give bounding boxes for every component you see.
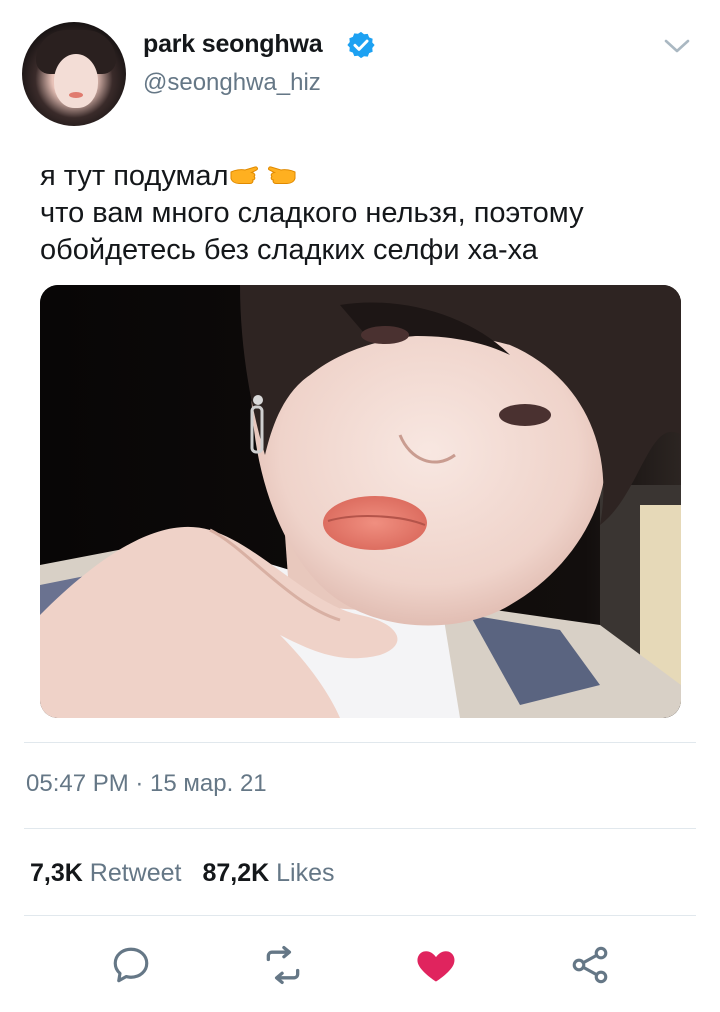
heart-icon [417, 951, 455, 982]
engagement-stats: 7,3K Retweet 87,2K Likes [30, 859, 334, 888]
divider-middle [24, 828, 696, 829]
tweet-timestamp[interactable]: 05:47 PM · 15 мар. 21 [26, 770, 267, 798]
chevron-down-icon[interactable] [662, 35, 692, 57]
retweet-icon [266, 945, 300, 985]
avatar-lips [69, 92, 83, 98]
avatar-face [54, 54, 98, 108]
retweet-button[interactable] [258, 940, 308, 990]
display-name[interactable]: park seonghwa [143, 30, 323, 59]
tweet-card: park seonghwa @seonghwa_hiz я тут подума… [0, 0, 720, 1012]
tweet-line-1: я тут подумал [40, 158, 690, 195]
likes-label[interactable]: Likes [276, 859, 334, 887]
retweet-label[interactable]: Retweet [90, 859, 182, 887]
pointing-right-emoji-icon [230, 166, 258, 184]
retweet-count[interactable]: 7,3K [30, 859, 83, 887]
reply-button[interactable] [106, 940, 156, 990]
share-icon [572, 946, 608, 984]
tweet-line-2: что вам много сладкого нельзя, поэтому [40, 197, 584, 229]
speech-bubble-icon [113, 947, 149, 983]
likes-count[interactable]: 87,2K [202, 859, 269, 887]
verified-badge-icon [347, 31, 375, 59]
share-button[interactable] [565, 940, 615, 990]
tweet-line-1-text: я тут подумал [40, 160, 229, 192]
divider-bottom [24, 915, 696, 916]
selfie-image [40, 285, 681, 718]
pointing-left-emoji-icon [267, 166, 295, 184]
tweet-text: я тут подумал что вам много сладкого нел… [40, 158, 690, 269]
avatar[interactable] [22, 22, 126, 126]
user-handle[interactable]: @seonghwa_hiz [143, 69, 321, 97]
divider-top [24, 742, 696, 743]
tweet-line-3: обойдетесь без сладких селфи ха-ха [40, 234, 538, 266]
tweet-photo[interactable] [40, 285, 681, 718]
like-button[interactable] [411, 940, 461, 990]
